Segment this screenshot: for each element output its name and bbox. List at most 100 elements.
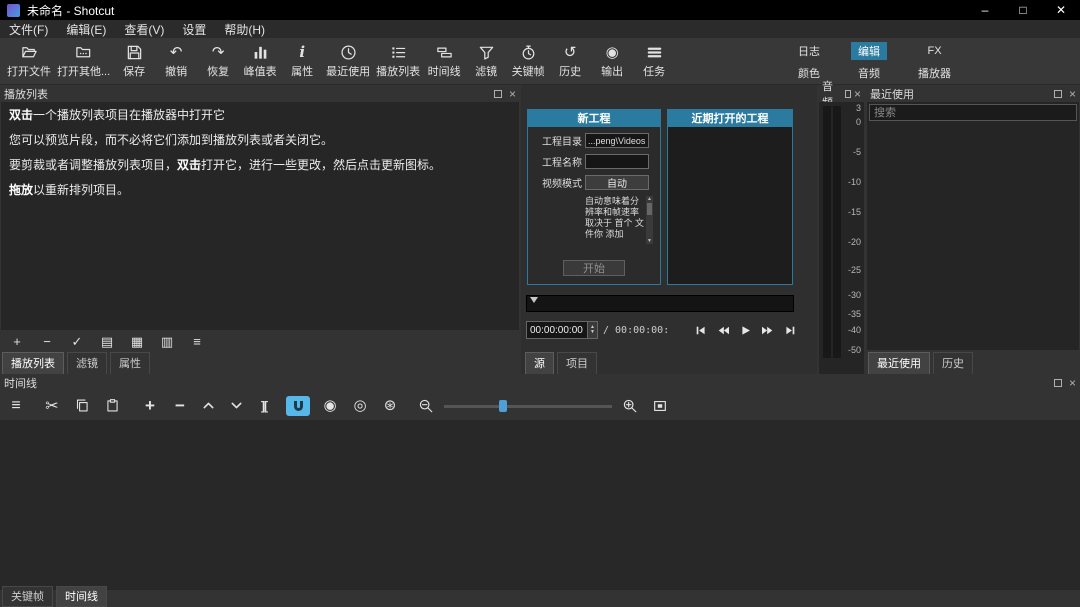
playlist-tip: 要剪裁或者调整播放列表项目，双击打开它，进行一些更改，然后点击更新图标。 (9, 158, 511, 173)
toolbar-label: 历史 (559, 63, 581, 79)
tab-properties[interactable]: 属性 (110, 352, 150, 375)
toolbar-filters[interactable]: 滤镜 (465, 41, 507, 81)
copy-button[interactable] (72, 396, 92, 416)
playlist-close-icon[interactable]: × (509, 89, 516, 99)
tab-project[interactable]: 项目 (557, 352, 597, 375)
timeline-menu-button[interactable]: ≡ (6, 396, 26, 416)
toolbar-timeline[interactable]: 时间线 (423, 41, 465, 81)
ripple-all-tracks-toggle[interactable]: ⊛ (380, 396, 400, 416)
snap-toggle[interactable] (286, 396, 310, 416)
zoom-out-button[interactable] (416, 396, 436, 416)
toolbar-open-other[interactable]: 打开其他... (54, 41, 113, 81)
rewind-button[interactable] (715, 323, 731, 337)
menu-help[interactable]: 帮助(H) (215, 20, 274, 38)
minimize-button[interactable]: – (966, 0, 1004, 20)
recent-close-icon[interactable]: × (1069, 89, 1076, 99)
toolbar-peak-meter[interactable]: 峰值表 (239, 41, 281, 81)
playlist-update-button[interactable]: ✓ (69, 333, 85, 350)
project-folder-input[interactable] (585, 133, 649, 148)
timeline-float-icon[interactable] (1054, 379, 1062, 387)
meter-close-icon[interactable]: × (854, 89, 861, 99)
toolbar-recent[interactable]: 最近使用 (323, 41, 373, 81)
layout-player[interactable]: 播放器 (911, 64, 958, 82)
toolbar-export[interactable]: ◉ 输出 (591, 41, 633, 81)
playlist-menu-button[interactable]: ≡ (189, 333, 205, 350)
overwrite-button[interactable] (226, 396, 246, 416)
video-mode-dropdown[interactable]: 自动 (585, 175, 649, 190)
toolbar-keyframes[interactable]: 关键帧 (507, 41, 549, 81)
start-button[interactable]: 开始 (563, 260, 625, 276)
recent-list[interactable] (867, 102, 1079, 350)
layout-logging[interactable]: 日志 (791, 42, 827, 60)
zoom-slider[interactable] (444, 399, 612, 413)
layout-editing[interactable]: 编辑 (851, 42, 887, 60)
lift-button[interactable] (198, 396, 218, 416)
scroll-handle[interactable] (647, 203, 652, 215)
toolbar-save[interactable]: 保存 (113, 41, 155, 81)
layout-fx[interactable]: FX (920, 44, 948, 58)
menu-edit[interactable]: 编辑(E) (57, 20, 115, 38)
toolbar-history[interactable]: ↺ 历史 (549, 41, 591, 81)
toolbar-playlist[interactable]: 播放列表 (373, 41, 423, 81)
playlist-float-icon[interactable] (494, 90, 502, 98)
timeline-tracks-area[interactable] (0, 420, 1080, 589)
fast-forward-button[interactable] (759, 323, 775, 337)
playlist-remove-button[interactable]: − (39, 333, 55, 350)
zoom-in-button[interactable] (620, 396, 640, 416)
tab-history[interactable]: 历史 (933, 352, 973, 375)
recent-projects-list[interactable] (667, 126, 793, 285)
zoom-slider-handle[interactable] (499, 400, 507, 412)
toolbar-open-file[interactable]: 打开文件 (4, 41, 54, 81)
tab-timeline[interactable]: 时间线 (56, 586, 107, 607)
split-button[interactable]: ][ (254, 396, 274, 416)
scroll-down-icon[interactable]: ▼ (647, 238, 652, 244)
toolbar-undo[interactable]: ↶ 撤销 (155, 41, 197, 81)
skip-end-button[interactable] (781, 323, 797, 337)
timecode-spinner[interactable]: ▲▼ (587, 322, 597, 338)
layout-audio[interactable]: 音频 (851, 64, 887, 82)
cut-button[interactable]: ✂ (42, 396, 62, 416)
close-button[interactable]: ✕ (1042, 0, 1080, 20)
peak-meter-icon (252, 43, 269, 62)
seek-bar[interactable] (526, 295, 794, 312)
timecode-spinbox[interactable]: 00:00:00:00 ▲▼ (526, 321, 598, 339)
zoom-fit-button[interactable] (650, 396, 670, 416)
hint-scrollbar[interactable]: ▲▼ (646, 196, 653, 244)
play-button[interactable] (737, 323, 753, 337)
toolbar-jobs[interactable]: 任务 (633, 41, 675, 81)
view-icons-button[interactable]: ▦ (129, 333, 145, 350)
scrub-while-dragging-toggle[interactable]: ◉ (320, 396, 340, 416)
toolbar-label: 任务 (643, 63, 665, 79)
menu-settings[interactable]: 设置 (173, 20, 215, 38)
paste-button[interactable] (102, 396, 122, 416)
toolbar-properties[interactable]: i 属性 (281, 41, 323, 81)
tab-filters[interactable]: 滤镜 (67, 352, 107, 375)
toolbar-redo[interactable]: ↷ 恢复 (197, 41, 239, 81)
ripple-toggle[interactable]: ◎ (350, 396, 370, 416)
playlist-add-button[interactable]: + (9, 333, 25, 350)
maximize-button[interactable]: □ (1004, 0, 1042, 20)
recent-float-icon[interactable] (1054, 90, 1062, 98)
timeline-close-icon[interactable]: × (1069, 378, 1076, 388)
view-tiles-button[interactable]: ▥ (159, 333, 175, 350)
scroll-up-icon[interactable]: ▲ (647, 196, 652, 202)
recent-search-input[interactable] (869, 104, 1077, 121)
app-logo-icon (7, 4, 20, 17)
project-name-input[interactable] (585, 154, 649, 169)
tab-keyframes[interactable]: 关键帧 (2, 586, 53, 607)
playhead-icon[interactable] (530, 297, 538, 303)
properties-icon: i (299, 43, 305, 62)
tab-playlist[interactable]: 播放列表 (2, 352, 64, 375)
view-details-button[interactable]: ▤ (99, 333, 115, 350)
toolbar-label: 时间线 (428, 63, 461, 79)
menu-file[interactable]: 文件(F) (0, 20, 57, 38)
ripple-delete-button[interactable]: − (170, 396, 190, 416)
skip-start-button[interactable] (693, 323, 709, 337)
meter-float-icon[interactable] (845, 90, 851, 98)
recent-panel-title: 最近使用 (870, 86, 914, 102)
tab-recent[interactable]: 最近使用 (868, 352, 930, 375)
menu-view[interactable]: 查看(V) (115, 20, 173, 38)
spin-down-icon[interactable]: ▼ (590, 330, 595, 335)
append-button[interactable]: + (140, 396, 160, 416)
layout-switcher: 日志 编辑 FX 颜色 音频 播放器 (791, 42, 958, 82)
